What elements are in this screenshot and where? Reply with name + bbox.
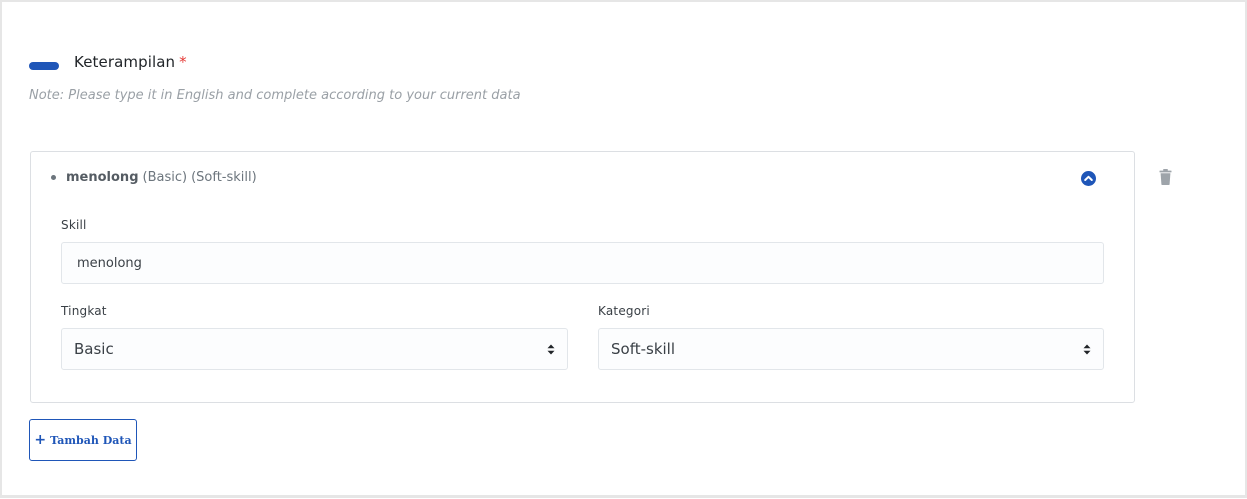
level-select-value: Basic — [74, 340, 114, 358]
skill-card-header: menolong (Basic) (Soft-skill) — [51, 170, 257, 185]
skill-field-wrapper — [61, 242, 1104, 284]
required-indicator: * — [179, 53, 187, 71]
category-select-value: Soft-skill — [611, 340, 676, 358]
skill-card: menolong (Basic) (Soft-skill) Skill Ting… — [30, 151, 1135, 403]
skill-card-name: menolong — [66, 170, 139, 185]
skill-card-level: (Basic) — [142, 170, 188, 185]
category-label: Kategori — [598, 304, 650, 318]
plus-icon: + — [34, 432, 47, 448]
section-note: Note: Please type it in English and comp… — [29, 88, 521, 103]
trash-icon[interactable] — [1159, 169, 1172, 185]
category-select[interactable]: Soft-skill — [598, 328, 1104, 370]
add-data-button[interactable]: + Tambah Data — [29, 419, 137, 461]
level-select[interactable]: Basic — [61, 328, 568, 370]
section-marker — [29, 62, 59, 70]
sort-arrows-icon — [1083, 344, 1091, 355]
bullet-icon — [51, 175, 56, 180]
section-title-text: Keterampilan — [74, 53, 176, 71]
skill-input[interactable] — [62, 243, 1103, 283]
chevron-up-icon[interactable] — [1081, 171, 1096, 186]
add-data-label: Tambah Data — [50, 433, 132, 447]
skill-label: Skill — [61, 218, 87, 232]
level-label: Tingkat — [61, 304, 107, 318]
section-title: Keterampilan * — [74, 53, 187, 71]
sort-arrows-icon — [547, 344, 555, 355]
skill-card-category: (Soft-skill) — [191, 170, 257, 185]
form-section: Keterampilan * Note: Please type it in En… — [0, 0, 1247, 498]
